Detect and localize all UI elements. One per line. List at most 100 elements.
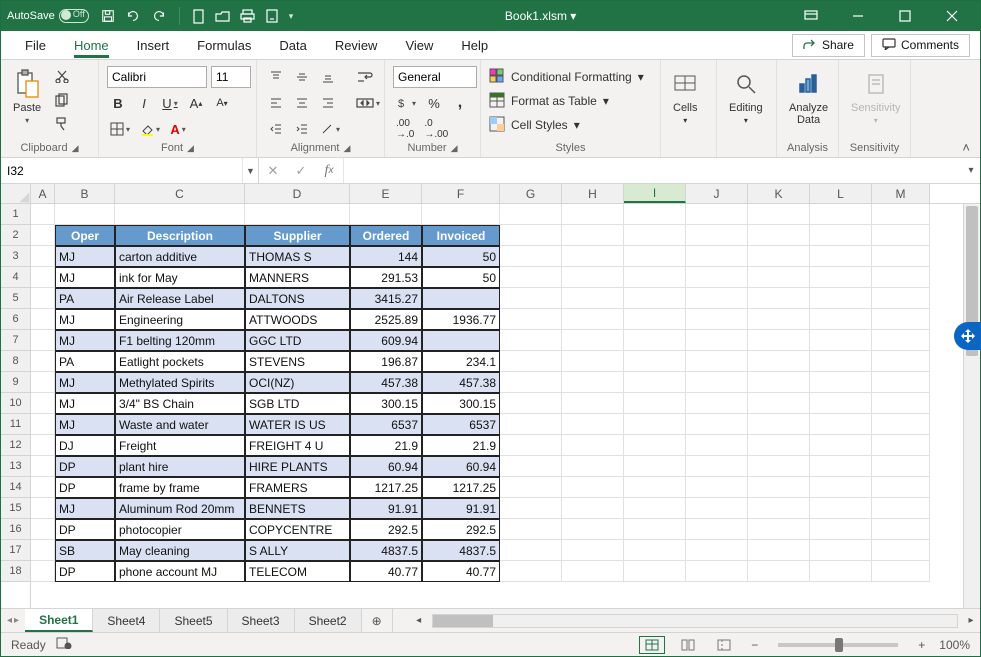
cell-C12[interactable]: Freight (115, 435, 245, 456)
increase-font-button[interactable]: A▴ (185, 92, 207, 114)
cell-I11[interactable] (624, 414, 686, 435)
cell-B1[interactable] (55, 204, 115, 225)
cell-C18[interactable]: phone account MJ (115, 561, 245, 582)
cut-button[interactable] (51, 66, 73, 86)
cell-D2[interactable]: Supplier (245, 225, 350, 246)
cell-H16[interactable] (562, 519, 624, 540)
cell-D8[interactable]: STEVENS (245, 351, 350, 372)
cell-F13[interactable]: 60.94 (422, 456, 500, 477)
zoom-slider-thumb[interactable] (835, 638, 843, 652)
cell-B18[interactable]: DP (55, 561, 115, 582)
cell-I8[interactable] (624, 351, 686, 372)
cell-J9[interactable] (686, 372, 748, 393)
cell-K17[interactable] (748, 540, 810, 561)
row-header-15[interactable]: 15 (1, 498, 30, 519)
cells-button[interactable]: Cells ▾ (669, 66, 701, 127)
cell-I12[interactable] (624, 435, 686, 456)
horizontal-scrollbar[interactable] (428, 609, 962, 632)
cell-K10[interactable] (748, 393, 810, 414)
cell-G6[interactable] (500, 309, 562, 330)
horizontal-scroll-thumb[interactable] (433, 615, 493, 627)
bold-button[interactable]: B (107, 92, 129, 114)
row-header-12[interactable]: 12 (1, 435, 30, 456)
cell-J7[interactable] (686, 330, 748, 351)
cell-M5[interactable] (872, 288, 930, 309)
cell-I15[interactable] (624, 498, 686, 519)
cell-M8[interactable] (872, 351, 930, 372)
cell-J2[interactable] (686, 225, 748, 246)
column-header-G[interactable]: G (500, 184, 562, 203)
cell-J4[interactable] (686, 267, 748, 288)
cell-F6[interactable]: 1936.77 (422, 309, 500, 330)
row-header-10[interactable]: 10 (1, 393, 30, 414)
column-header-C[interactable]: C (115, 184, 245, 203)
cell-F5[interactable] (422, 288, 500, 309)
cell-M18[interactable] (872, 561, 930, 582)
maximize-icon[interactable] (882, 1, 927, 31)
scroll-sheets-left-icon[interactable]: ◂ (7, 615, 12, 626)
qat-print-icon[interactable] (240, 9, 255, 23)
cell-M1[interactable] (872, 204, 930, 225)
cell-C6[interactable]: Engineering (115, 309, 245, 330)
cell-G3[interactable] (500, 246, 562, 267)
ribbon-display-icon[interactable] (788, 1, 833, 31)
menu-tab-formulas[interactable]: Formulas (183, 34, 265, 57)
cell-B15[interactable]: MJ (55, 498, 115, 519)
cell-A10[interactable] (31, 393, 55, 414)
hscroll-left-button[interactable]: ◂ (410, 609, 428, 632)
accounting-format-button[interactable]: $▾ (393, 92, 419, 114)
cell-D9[interactable]: OCI(NZ) (245, 372, 350, 393)
cell-E5[interactable]: 3415.27 (350, 288, 422, 309)
cell-E12[interactable]: 21.9 (350, 435, 422, 456)
cell-E11[interactable]: 6537 (350, 414, 422, 435)
cell-C17[interactable]: May cleaning (115, 540, 245, 561)
undo-icon[interactable] (125, 9, 141, 23)
cancel-formula-button[interactable]: ✕ (259, 163, 287, 179)
cell-K12[interactable] (748, 435, 810, 456)
decrease-decimal-button[interactable]: .0→.00 (421, 118, 451, 140)
column-header-J[interactable]: J (686, 184, 748, 203)
cell-K5[interactable] (748, 288, 810, 309)
cell-H6[interactable] (562, 309, 624, 330)
cell-K13[interactable] (748, 456, 810, 477)
cell-C9[interactable]: Methylated Spirits (115, 372, 245, 393)
collapse-ribbon-button[interactable]: ˄ (952, 60, 980, 157)
cell-F9[interactable]: 457.38 (422, 372, 500, 393)
cell-F2[interactable]: Invoiced (422, 225, 500, 246)
cell-A1[interactable] (31, 204, 55, 225)
cell-A6[interactable] (31, 309, 55, 330)
cell-C3[interactable]: carton additive (115, 246, 245, 267)
cell-G11[interactable] (500, 414, 562, 435)
cell-B5[interactable]: PA (55, 288, 115, 309)
cell-H8[interactable] (562, 351, 624, 372)
align-right-button[interactable] (317, 92, 339, 114)
cell-M17[interactable] (872, 540, 930, 561)
sheet-tab-sheet3[interactable]: Sheet3 (228, 609, 295, 632)
cell-K18[interactable] (748, 561, 810, 582)
cell-L18[interactable] (810, 561, 872, 582)
align-middle-button[interactable] (291, 66, 313, 88)
row-header-14[interactable]: 14 (1, 477, 30, 498)
sheet-tab-sheet5[interactable]: Sheet5 (160, 609, 227, 632)
zoom-slider[interactable] (778, 643, 898, 647)
cell-B17[interactable]: SB (55, 540, 115, 561)
cell-F10[interactable]: 300.15 (422, 393, 500, 414)
cell-L9[interactable] (810, 372, 872, 393)
cell-E7[interactable]: 609.94 (350, 330, 422, 351)
cell-A13[interactable] (31, 456, 55, 477)
sheet-tab-sheet1[interactable]: Sheet1 (25, 609, 93, 632)
cell-E1[interactable] (350, 204, 422, 225)
cell-C10[interactable]: 3/4" BS Chain (115, 393, 245, 414)
cell-A3[interactable] (31, 246, 55, 267)
cell-J18[interactable] (686, 561, 748, 582)
cell-A18[interactable] (31, 561, 55, 582)
cell-M3[interactable] (872, 246, 930, 267)
cell-D7[interactable]: GGC LTD (245, 330, 350, 351)
cell-H9[interactable] (562, 372, 624, 393)
cell-F4[interactable]: 50 (422, 267, 500, 288)
wrap-text-button[interactable] (353, 66, 377, 88)
cell-A7[interactable] (31, 330, 55, 351)
cell-I18[interactable] (624, 561, 686, 582)
column-header-M[interactable]: M (872, 184, 930, 203)
cell-F7[interactable] (422, 330, 500, 351)
